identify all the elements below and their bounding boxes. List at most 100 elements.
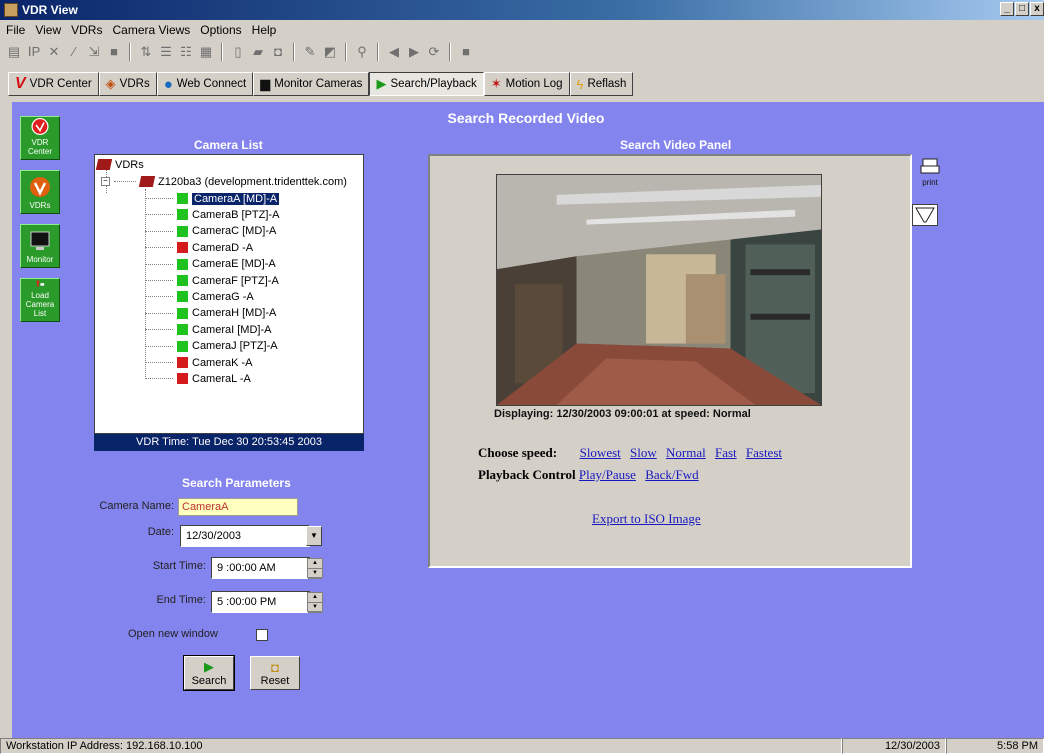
edit-icon[interactable]: ✎ bbox=[302, 44, 318, 60]
menu-vdrs[interactable]: VDRs bbox=[71, 23, 102, 40]
tab-vdrs[interactable]: ◈ VDRs bbox=[98, 72, 157, 96]
search-button[interactable]: ▶ Search bbox=[183, 655, 235, 691]
tab-web-connect[interactable]: ● Web Connect bbox=[156, 72, 254, 96]
video-frame bbox=[496, 174, 822, 406]
camera-tree: VDRs − Z120ba3 (development.tridenttek.c… bbox=[94, 154, 364, 434]
filter-icon[interactable]: ⚲ bbox=[354, 44, 370, 60]
refresh-icon[interactable]: ⟳ bbox=[426, 44, 442, 60]
camera-item[interactable]: CameraD -A bbox=[145, 240, 253, 255]
search-params-title: Search Parameters bbox=[182, 476, 291, 490]
reset-button-label: Reset bbox=[260, 674, 290, 687]
tab-label: Search/Playback bbox=[390, 78, 477, 90]
clear-button[interactable] bbox=[912, 204, 938, 226]
speed-fastest-link[interactable]: Fastest bbox=[746, 445, 782, 460]
tools-icon[interactable]: ✕ bbox=[46, 44, 62, 60]
camera-item[interactable]: CameraG -A bbox=[145, 289, 254, 304]
menu-file[interactable]: File bbox=[6, 23, 25, 40]
print-label: print bbox=[922, 178, 938, 187]
camera-item[interactable]: CameraE [MD]-A bbox=[145, 257, 276, 272]
date-select[interactable]: 12/30/2003 bbox=[180, 525, 310, 547]
camera-item[interactable]: CameraK -A bbox=[145, 355, 253, 370]
save-icon[interactable]: ◘ bbox=[270, 44, 286, 60]
status-date: 12/30/2003 bbox=[842, 738, 946, 754]
motion-icon: ✶ bbox=[490, 76, 502, 91]
dropdown-arrow-icon[interactable]: ▼ bbox=[306, 526, 322, 546]
tab-monitor-cameras[interactable]: ▆ Monitor Cameras bbox=[253, 72, 370, 96]
collapse-icon[interactable]: − bbox=[101, 177, 110, 186]
export-row: Export to ISO Image bbox=[592, 511, 707, 527]
end-time-field[interactable]: 5 :00:00 PM bbox=[211, 591, 311, 613]
pencil-icon[interactable]: ∕ bbox=[66, 44, 82, 60]
toolbar: ▤ ⅠP ✕ ∕ ⇲ ■ ⇅ ☰ ☷ ▦ ▯ ▰ ◘ ✎ ◩ ⚲ ◀ ▶ ⟳ ■ bbox=[0, 40, 1044, 64]
close-button[interactable]: x bbox=[1030, 2, 1044, 16]
tree-connector bbox=[145, 362, 173, 363]
spin-up-icon[interactable]: ▲ bbox=[308, 559, 322, 569]
end-time-label: End Time: bbox=[156, 594, 206, 606]
details-icon[interactable]: ☷ bbox=[178, 44, 194, 60]
menu-camera-views[interactable]: Camera Views bbox=[112, 23, 190, 40]
tab-reflash[interactable]: ϟ Reflash bbox=[569, 72, 634, 96]
menu-view[interactable]: View bbox=[35, 23, 61, 40]
page-title: Search Recorded Video bbox=[447, 110, 605, 126]
start-time-field[interactable]: 9 :00:00 AM bbox=[211, 557, 311, 579]
reset-button[interactable]: ◘ Reset bbox=[250, 656, 300, 690]
cursor-icon[interactable]: ⇲ bbox=[86, 44, 102, 60]
tab-search-playback[interactable]: ▶ Search/Playback bbox=[369, 72, 484, 96]
minimize-button[interactable]: _ bbox=[1000, 2, 1014, 16]
server-book-icon bbox=[138, 176, 156, 187]
camera-item[interactable]: CameraH [MD]-A bbox=[145, 306, 276, 321]
list-icon[interactable]: ☰ bbox=[158, 44, 174, 60]
load-camera-list-icon bbox=[35, 279, 45, 287]
block-icon[interactable]: ■ bbox=[458, 44, 474, 60]
speed-normal-link[interactable]: Normal bbox=[666, 445, 706, 460]
speed-slow-link[interactable]: Slow bbox=[630, 445, 657, 460]
print-button[interactable]: print bbox=[920, 158, 940, 187]
camera-label: CameraB [PTZ]-A bbox=[192, 208, 280, 221]
new-icon[interactable]: ▯ bbox=[230, 44, 246, 60]
spin-down-icon[interactable]: ▼ bbox=[308, 603, 322, 613]
camera-online-icon bbox=[177, 225, 188, 237]
camera-item[interactable]: CameraL -A bbox=[145, 371, 251, 386]
spin-down-icon[interactable]: ▼ bbox=[308, 569, 322, 579]
stop-icon[interactable]: ■ bbox=[106, 44, 122, 60]
tree-server[interactable]: − Z120ba3 (development.tridenttek.com) bbox=[101, 174, 347, 189]
camera-label: CameraI [MD]-A bbox=[192, 323, 272, 336]
properties-icon[interactable]: ▤ bbox=[6, 44, 22, 60]
tab-vdr-center[interactable]: V VDR Center bbox=[8, 72, 99, 96]
nav-monitor-button[interactable]: Monitor bbox=[20, 224, 60, 268]
folder-icon[interactable]: ◩ bbox=[322, 44, 338, 60]
camera-item[interactable]: CameraF [PTZ]-A bbox=[145, 273, 279, 288]
menu-help[interactable]: Help bbox=[252, 23, 277, 40]
reset-icon: ◘ bbox=[271, 659, 279, 675]
export-iso-link[interactable]: Export to ISO Image bbox=[592, 511, 701, 526]
speed-fast-link[interactable]: Fast bbox=[715, 445, 737, 460]
camera-name-field[interactable]: CameraA bbox=[178, 498, 298, 516]
ip-icon[interactable]: ⅠP bbox=[26, 44, 42, 60]
next-icon[interactable]: ▶ bbox=[406, 44, 422, 60]
grid-icon[interactable]: ▦ bbox=[198, 44, 214, 60]
prev-icon[interactable]: ◀ bbox=[386, 44, 402, 60]
camera-offline-icon bbox=[177, 357, 188, 368]
camera-item[interactable]: CameraA [MD]-A bbox=[145, 191, 280, 206]
nav-vdrs-button[interactable]: VDRs bbox=[20, 170, 60, 214]
sort-icon[interactable]: ⇅ bbox=[138, 44, 154, 60]
nav-load-camera-list-button[interactable]: Load Camera List bbox=[20, 278, 60, 322]
new-window-checkbox[interactable] bbox=[256, 629, 268, 641]
speed-slowest-link[interactable]: Slowest bbox=[580, 445, 621, 460]
camera-item[interactable]: CameraC [MD]-A bbox=[145, 224, 276, 239]
camera-item[interactable]: CameraI [MD]-A bbox=[145, 322, 271, 337]
maximize-button[interactable]: □ bbox=[1015, 2, 1029, 16]
camera-item[interactable]: CameraB [PTZ]-A bbox=[145, 207, 279, 222]
open-icon[interactable]: ▰ bbox=[250, 44, 266, 60]
camera-item[interactable]: CameraJ [PTZ]-A bbox=[145, 339, 278, 354]
start-time-spinner[interactable]: ▲ ▼ bbox=[307, 558, 323, 579]
status-ip: Workstation IP Address: 192.168.10.100 bbox=[0, 738, 842, 754]
menu-options[interactable]: Options bbox=[200, 23, 241, 40]
toolbar-separator bbox=[129, 43, 131, 61]
play-pause-link[interactable]: Play/Pause bbox=[579, 467, 636, 482]
back-fwd-link[interactable]: Back/Fwd bbox=[645, 467, 698, 482]
end-time-spinner[interactable]: ▲ ▼ bbox=[307, 592, 323, 613]
spin-up-icon[interactable]: ▲ bbox=[308, 593, 322, 603]
tab-motion-log[interactable]: ✶ Motion Log bbox=[483, 72, 570, 96]
tree-root[interactable]: VDRs bbox=[95, 157, 144, 172]
